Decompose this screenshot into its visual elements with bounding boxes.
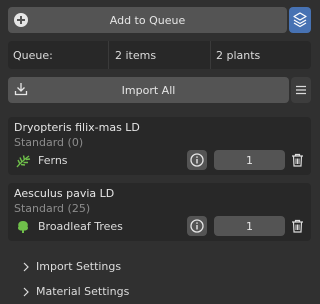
plant-quantity-field[interactable]: 1 [214,216,285,236]
plant-card: Aesculus pavia LD Standard (25) Broadlea… [8,183,311,241]
layers-icon [293,12,307,28]
trash-icon [291,153,303,167]
queue-label: Queue: [8,41,109,69]
tree-icon [17,221,29,233]
plus-circle-icon [14,13,28,27]
plant-subtitle: Standard (0) [14,136,84,149]
import-settings-label: Import Settings [36,260,122,273]
import-all-label: Import All [121,83,176,97]
remove-plant-button[interactable] [288,216,306,236]
queue-stats: Queue: 2 items 2 plants [8,41,311,69]
plant-info-button[interactable] [187,150,207,170]
plant-import-panel: Add to Queue Queue: 2 items 2 plants Imp… [0,0,319,304]
chevron-right-icon [23,262,29,271]
queue-item-count: 2 items [109,41,211,69]
plant-category: Broadleaf Trees [38,220,123,233]
plant-name: Dryopteris filix-mas LD [14,121,140,134]
plant-quantity-field[interactable]: 1 [214,150,285,170]
plant-info-button[interactable] [187,216,207,236]
info-icon [190,219,204,233]
plant-category: Ferns [38,154,68,167]
material-settings-label: Material Settings [36,285,130,298]
hamburger-icon [296,85,306,95]
add-to-queue-label: Add to Queue [109,13,186,27]
chevron-right-icon [23,287,29,296]
import-settings-panel-header[interactable]: Import Settings [22,260,121,273]
download-icon [14,83,28,96]
plant-card: Dryopteris filix-mas LD Standard (0) Fer… [8,117,311,175]
queue-menu-button[interactable] [291,77,311,103]
import-all-button[interactable]: Import All [8,77,289,103]
layers-toggle-button[interactable] [289,7,311,33]
plant-subtitle: Standard (25) [14,202,91,215]
plant-name: Aesculus pavia LD [14,187,115,200]
material-settings-panel-header[interactable]: Material Settings [22,285,129,298]
info-icon [190,153,204,167]
fern-icon [16,155,31,168]
queue-plant-count: 2 plants [216,48,261,62]
add-to-queue-button[interactable]: Add to Queue [8,7,287,33]
trash-icon [291,219,303,233]
remove-plant-button[interactable] [288,150,306,170]
